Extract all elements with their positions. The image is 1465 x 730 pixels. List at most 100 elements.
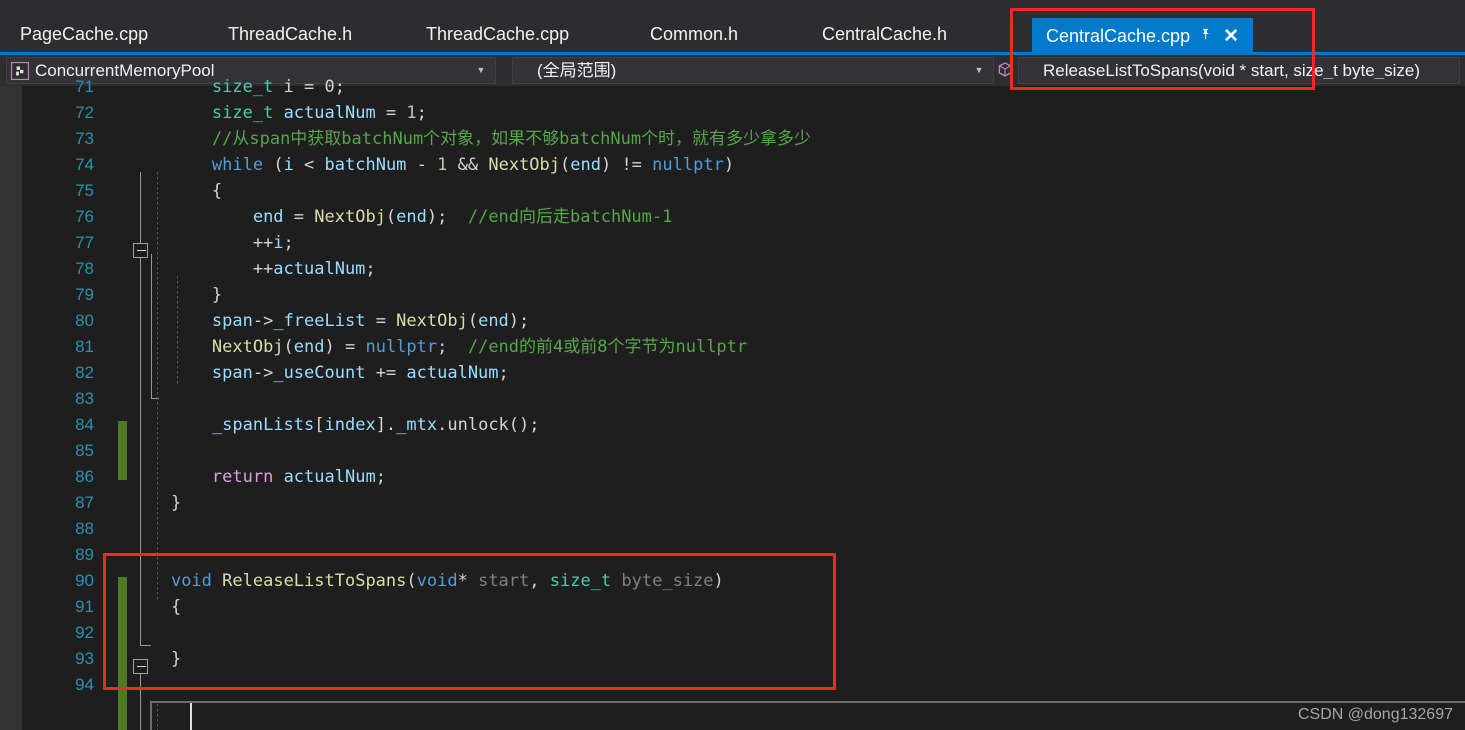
code-line[interactable]: 80 span->_freeList = NextObj(end); xyxy=(0,308,1465,334)
code-text[interactable]: size_t actualNum = 1; xyxy=(130,100,427,126)
code-text[interactable]: { xyxy=(130,178,222,204)
code-text[interactable]: } xyxy=(130,646,181,672)
code-token: ++ xyxy=(130,233,274,253)
code-line[interactable]: 89 xyxy=(0,542,1465,568)
code-line[interactable]: 87 } xyxy=(0,490,1465,516)
code-token: ]. xyxy=(375,415,397,435)
close-icon[interactable]: ✕ xyxy=(1223,27,1239,46)
code-token: end xyxy=(570,155,601,175)
code-token: byte_size xyxy=(621,571,714,591)
editor-tab-pagecache-cpp[interactable]: PageCache.cpp xyxy=(6,14,162,54)
line-number: 83 xyxy=(75,389,94,408)
line-number: 76 xyxy=(75,207,94,226)
code-line[interactable]: 72 size_t actualNum = 1; xyxy=(0,100,1465,126)
code-token: _freeList xyxy=(273,311,366,331)
code-text[interactable]: ++i; xyxy=(130,230,294,256)
code-token: ; xyxy=(375,467,386,487)
code-line[interactable]: 94 xyxy=(0,672,1465,698)
code-token: i = 0; xyxy=(273,77,345,97)
code-token: && xyxy=(447,155,489,175)
code-token: } xyxy=(130,285,223,305)
tab-label: ThreadCache.cpp xyxy=(426,24,570,44)
code-text[interactable]: void ReleaseListToSpans(void* start, siz… xyxy=(130,568,724,594)
line-number: 74 xyxy=(75,155,94,174)
code-token: = xyxy=(365,311,397,331)
code-text[interactable]: ++actualNum; xyxy=(130,256,376,282)
code-text[interactable]: } xyxy=(130,490,181,516)
code-token: - xyxy=(406,155,438,175)
code-text[interactable]: NextObj(end) = nullptr; //end的前4或前8个字节为n… xyxy=(130,334,747,360)
code-token: void xyxy=(416,571,458,591)
editor-tab-common-h[interactable]: Common.h xyxy=(636,14,752,54)
editor-tab-centralcache-cpp[interactable]: CentralCache.cpp ✕ xyxy=(1032,18,1254,54)
code-token: actualNum xyxy=(406,363,499,383)
code-editor[interactable]: 71 size_t i = 0; 72 size_t actualNum = 1;… xyxy=(0,77,1465,730)
code-line[interactable]: 79 } xyxy=(0,282,1465,308)
code-line[interactable]: 74 while (i < batchNum - 1 && NextObj(en… xyxy=(0,152,1465,178)
code-token: ( xyxy=(406,571,417,591)
code-line[interactable]: 90 void ReleaseListToSpans(void* start, … xyxy=(0,568,1465,594)
code-token: _useCount xyxy=(273,363,366,383)
code-token: span xyxy=(211,363,253,383)
code-line[interactable]: 83 xyxy=(0,386,1465,412)
line-number: 72 xyxy=(75,103,94,122)
code-line[interactable]: 75 { xyxy=(0,178,1465,204)
code-line[interactable]: 91 { xyxy=(0,594,1465,620)
editor-tab-threadcache-cpp[interactable]: ThreadCache.cpp xyxy=(412,14,583,54)
code-line[interactable]: 78 ++actualNum; xyxy=(0,256,1465,282)
line-number: 86 xyxy=(75,467,94,486)
code-token: ( xyxy=(560,155,571,175)
code-line[interactable]: 77 ++i; xyxy=(0,230,1465,256)
code-line[interactable]: 93 } xyxy=(0,646,1465,672)
code-token: //end向后走batchNum-1 xyxy=(467,207,673,227)
code-text[interactable]: return actualNum; xyxy=(130,464,386,490)
code-text[interactable]: span->_useCount += actualNum; xyxy=(130,360,509,386)
code-token: ) != xyxy=(600,155,653,175)
code-line[interactable]: 82 span->_useCount += actualNum; xyxy=(0,360,1465,386)
code-token: ( xyxy=(385,207,397,227)
code-token: i xyxy=(273,233,284,253)
code-token: NextObj xyxy=(211,337,284,357)
line-number: 79 xyxy=(75,285,94,304)
code-line[interactable]: 76 end = NextObj(end); //end向后走batchNum-… xyxy=(0,204,1465,230)
editor-tab-threadcache-h[interactable]: ThreadCache.h xyxy=(214,14,366,54)
editor-tab-strip: PageCache.cpp ThreadCache.h ThreadCache.… xyxy=(0,0,1465,55)
code-text[interactable]: { xyxy=(130,594,181,620)
code-text[interactable]: size_t i = 0; xyxy=(130,74,345,100)
code-token: actualNum xyxy=(283,103,376,123)
code-token: ; xyxy=(416,103,427,123)
code-token: NextObj xyxy=(488,155,560,175)
code-token: end xyxy=(252,207,284,227)
code-text[interactable]: end = NextObj(end); //end向后走batchNum-1 xyxy=(130,204,673,230)
code-line[interactable]: 81 NextObj(end) = nullptr; //end的前4或前8个字… xyxy=(0,334,1465,360)
code-text[interactable]: _spanLists[index]._mtx.unlock(); xyxy=(130,412,540,438)
code-line[interactable]: 71 size_t i = 0; xyxy=(0,74,1465,100)
code-line[interactable]: 85 xyxy=(0,438,1465,464)
code-text[interactable]: } xyxy=(130,282,222,308)
code-token: end xyxy=(293,337,325,357)
code-line[interactable]: 84 _spanLists[index]._mtx.unlock(); xyxy=(0,412,1465,438)
code-token: batchNum xyxy=(324,155,407,175)
pin-icon[interactable] xyxy=(1200,27,1215,46)
code-token: nullptr xyxy=(652,155,724,175)
code-token: ); xyxy=(508,311,530,331)
line-number: 78 xyxy=(75,259,94,278)
code-token: ) xyxy=(713,571,724,591)
editor-tab-centralcache-h[interactable]: CentralCache.h xyxy=(808,14,961,54)
code-token: end xyxy=(396,207,427,227)
code-text[interactable]: while (i < batchNum - 1 && NextObj(end) … xyxy=(130,152,734,178)
code-line[interactable]: 86 return actualNum; xyxy=(0,464,1465,490)
line-number: 82 xyxy=(75,363,94,382)
line-number: 75 xyxy=(75,181,94,200)
code-text[interactable]: span->_freeList = NextObj(end); xyxy=(130,308,529,334)
code-line[interactable]: 92 xyxy=(0,620,1465,646)
code-text[interactable]: //从span中获取batchNum个对象，如果不够batchNum个时，就有多… xyxy=(130,126,811,152)
tab-label: CentralCache.cpp xyxy=(1046,26,1191,46)
code-token: span xyxy=(211,311,253,331)
code-line[interactable]: 73 //从span中获取batchNum个对象，如果不够batchNum个时，… xyxy=(0,126,1465,152)
line-number: 89 xyxy=(75,545,94,564)
code-line[interactable]: 88 xyxy=(0,516,1465,542)
